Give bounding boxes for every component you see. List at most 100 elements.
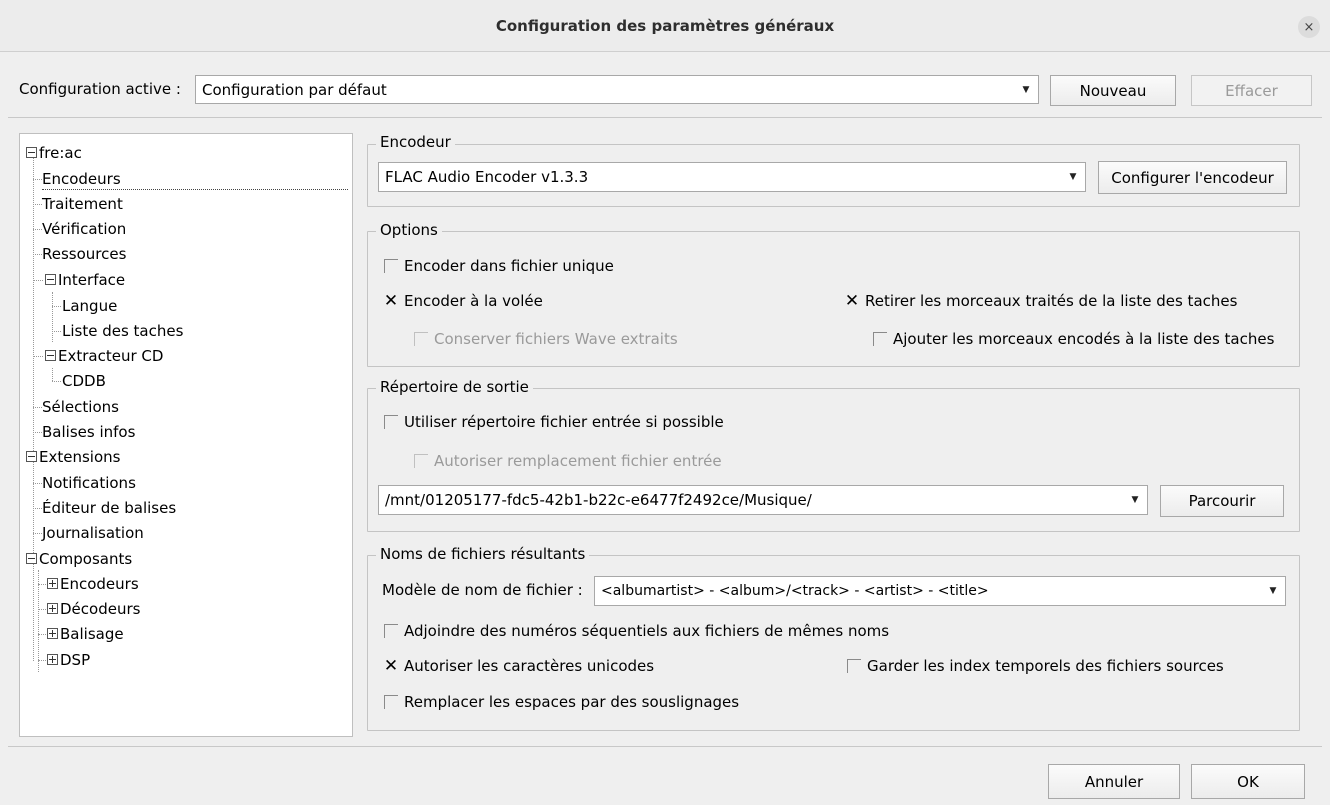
tree-item-label: DSP xyxy=(60,651,91,669)
expand-icon[interactable] xyxy=(47,628,58,639)
encoder-value: FLAC Audio Encoder v1.3.3 xyxy=(385,168,589,186)
tree-line xyxy=(52,368,53,381)
expand-icon[interactable] xyxy=(47,603,58,614)
checkbox-box[interactable] xyxy=(873,332,887,346)
tree-item-label: Journalisation xyxy=(42,524,144,542)
checkbox-box[interactable] xyxy=(384,415,398,429)
tree-item-tags[interactable]: Balises infos xyxy=(42,421,135,443)
chevron-down-icon[interactable]: ▼ xyxy=(1061,163,1085,191)
unicode-checkbox[interactable]: ✕ Autoriser les caractères unicodes xyxy=(384,657,654,675)
configure-encoder-button[interactable]: Configurer l'encodeur xyxy=(1098,161,1287,194)
tree-line xyxy=(52,331,61,332)
tree-item-label: Balises infos xyxy=(42,423,136,441)
tree-item-language[interactable]: Langue xyxy=(62,295,117,317)
checkbox-box[interactable] xyxy=(384,259,398,273)
tree-item-comp-tagging[interactable]: Balisage xyxy=(47,623,124,645)
tree-item-label: Langue xyxy=(62,297,118,315)
checkbox-label: Adjoindre des numéros séquentiels aux fi… xyxy=(404,622,890,640)
tree-line xyxy=(33,254,42,255)
cancel-button[interactable]: Annuler xyxy=(1048,764,1180,799)
tree-item-label: Composants xyxy=(39,550,133,568)
tree-item-label: Notifications xyxy=(42,474,136,492)
tree-item-verification[interactable]: Vérification xyxy=(42,218,126,240)
tree-item-components[interactable]: Composants xyxy=(26,548,132,570)
collapse-icon[interactable] xyxy=(26,451,37,462)
encoder-select[interactable]: FLAC Audio Encoder v1.3.3 ▼ xyxy=(378,162,1086,192)
keep-time-index-checkbox[interactable]: Garder les index temporels des fichiers … xyxy=(847,657,1224,675)
on-the-fly-checkbox[interactable]: ✕ Encoder à la volée xyxy=(384,292,543,310)
checkbox-box[interactable] xyxy=(384,695,398,709)
checkbox-label: Encoder dans fichier unique xyxy=(404,257,614,275)
keep-wave-checkbox[interactable]: Conserver fichiers Wave extraits xyxy=(414,330,678,348)
tree-item-label: Encodeurs xyxy=(60,575,139,593)
ok-button[interactable]: OK xyxy=(1191,764,1305,799)
tree-item-interface[interactable]: Interface xyxy=(45,269,125,291)
tree-item-comp-dsp[interactable]: DSP xyxy=(47,649,90,671)
add-encoded-checkbox[interactable]: Ajouter les morceaux encodés à la liste … xyxy=(873,330,1274,348)
tree-line xyxy=(52,292,53,342)
collapse-icon[interactable] xyxy=(45,274,56,285)
delete-config-button[interactable]: Effacer xyxy=(1191,75,1312,106)
options-group-title: Options xyxy=(376,221,442,239)
collapse-icon[interactable] xyxy=(26,147,37,158)
close-icon[interactable]: × xyxy=(1298,16,1320,38)
expand-icon[interactable] xyxy=(47,654,58,665)
active-config-select[interactable]: Configuration par défaut ▼ xyxy=(195,75,1039,104)
tree-item-comp-encoders[interactable]: Encodeurs xyxy=(47,573,139,595)
tree-item-label: Décodeurs xyxy=(60,600,141,618)
checkbox-label: Retirer les morceaux traités de la liste… xyxy=(865,292,1238,310)
top-separator xyxy=(8,117,1322,118)
chevron-down-icon[interactable]: ▼ xyxy=(1123,486,1147,514)
tree-item-label: Balisage xyxy=(60,625,124,643)
filenames-group-title: Noms de fichiers résultants xyxy=(376,545,590,563)
tree-item-encoders[interactable]: Encodeurs xyxy=(42,168,348,190)
tree-item-processing[interactable]: Traitement xyxy=(42,193,123,215)
active-config-label: Configuration active : xyxy=(19,80,181,98)
checkbox-label: Ajouter les morceaux encodés à la liste … xyxy=(893,330,1275,348)
tree-item-resources[interactable]: Ressources xyxy=(42,243,126,265)
check-icon[interactable]: ✕ xyxy=(845,293,859,310)
tree-line xyxy=(33,483,42,484)
replace-spaces-checkbox[interactable]: Remplacer les espaces par des souslignag… xyxy=(384,693,739,711)
output-path-select[interactable]: /mnt/01205177-fdc5-42b1-b22c-e6477f2492c… xyxy=(378,485,1148,515)
expand-icon[interactable] xyxy=(47,578,58,589)
single-file-checkbox[interactable]: Encoder dans fichier unique xyxy=(384,257,614,275)
tree-item-logging[interactable]: Journalisation xyxy=(42,522,144,544)
filename-pattern-select[interactable]: <albumartist> - <album>/<track> - <artis… xyxy=(594,576,1286,606)
check-icon[interactable]: ✕ xyxy=(384,658,398,675)
tree-item-freac[interactable]: fre:ac xyxy=(26,142,82,164)
tree-item-comp-decoders[interactable]: Décodeurs xyxy=(47,598,140,620)
tree-item-selections[interactable]: Sélections xyxy=(42,396,119,418)
remove-processed-checkbox[interactable]: ✕ Retirer les morceaux traités de la list… xyxy=(845,292,1238,310)
tree-item-extensions[interactable]: Extensions xyxy=(26,446,120,468)
output-dir-group-title: Répertoire de sortie xyxy=(376,378,533,396)
chevron-down-icon[interactable]: ▼ xyxy=(1014,76,1038,103)
tree-item-label: Sélections xyxy=(42,398,119,416)
checkbox-box[interactable] xyxy=(414,332,428,346)
browse-button[interactable]: Parcourir xyxy=(1160,485,1284,517)
check-icon[interactable]: ✕ xyxy=(384,293,398,310)
collapse-icon[interactable] xyxy=(26,553,37,564)
tree-item-tag-editor[interactable]: Éditeur de balises xyxy=(42,497,176,519)
checkbox-box[interactable] xyxy=(847,659,861,673)
tree-line xyxy=(33,204,42,205)
bottom-separator xyxy=(8,746,1322,747)
checkbox-box[interactable] xyxy=(414,454,428,468)
tree-line xyxy=(52,381,61,382)
tree-line xyxy=(38,570,39,672)
tree-item-label: Interface xyxy=(58,271,126,289)
tree-item-joblist[interactable]: Liste des taches xyxy=(62,320,183,342)
settings-tree[interactable]: fre:ac Encodeurs Traitement Vérification… xyxy=(19,133,353,737)
new-config-button[interactable]: Nouveau xyxy=(1050,75,1176,106)
chevron-down-icon[interactable]: ▼ xyxy=(1261,577,1285,605)
collapse-icon[interactable] xyxy=(45,350,56,361)
allow-overwrite-checkbox[interactable]: Autoriser remplacement fichier entrée xyxy=(414,452,722,470)
tree-line xyxy=(33,280,43,281)
sequential-numbers-checkbox[interactable]: Adjoindre des numéros séquentiels aux fi… xyxy=(384,622,889,640)
checkbox-box[interactable] xyxy=(384,624,398,638)
tree-item-notifications[interactable]: Notifications xyxy=(42,472,136,494)
use-input-dir-checkbox[interactable]: Utiliser répertoire fichier entrée si po… xyxy=(384,413,724,431)
tree-line xyxy=(33,533,42,534)
tree-item-cddb[interactable]: CDDB xyxy=(62,370,106,392)
tree-item-cd-ripper[interactable]: Extracteur CD xyxy=(45,345,163,367)
